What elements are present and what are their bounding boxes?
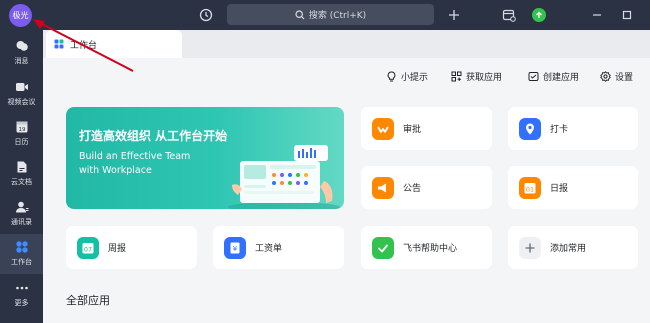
calendar-badge-icon[interactable] [500,6,518,24]
app-card-label: 添加常用 [550,244,587,254]
gear-icon [600,71,611,82]
apps-icon [451,71,462,82]
app-card-label: 打卡 [550,125,569,135]
search-input[interactable]: 搜索 (Ctrl+K) [227,4,434,25]
promo-banner[interactable]: 打造高效组织 从工作台开始 Build an Effective Team wi… [66,107,344,209]
minimize-icon[interactable] [588,6,606,24]
app-card-label: 公告 [403,184,422,194]
tab-workplace[interactable]: 工作台 [46,30,182,58]
sidebar-item-label: 云文档 [11,178,32,186]
app-card-announcement[interactable]: 公告 [361,166,492,209]
search-placeholder: 搜索 (Ctrl+K) [308,11,367,21]
get-apps-label: 获取应用 [466,73,503,83]
video-icon [15,83,28,91]
title-bar: 极光 搜索 (Ctrl+K) [0,0,650,30]
get-apps-link[interactable]: 获取应用 [451,70,502,83]
maximize-icon[interactable] [618,6,636,24]
lightbulb-icon [387,71,396,82]
daily-report-icon: 01 [519,176,541,199]
calendar-icon: 19 [16,121,27,133]
app-card-label: 工资单 [255,244,283,254]
weekly-report-icon: 07 [77,236,99,259]
more-icon [15,286,28,290]
app-card-checkin[interactable]: 打卡 [508,107,638,150]
sidebar-item-label: 工作台 [11,258,32,266]
app-card-label: 审批 [403,125,422,135]
sidebar-item-contacts[interactable]: 通讯录 [0,194,43,234]
create-app-link[interactable]: 创建应用 [528,70,579,83]
settings-label: 设置 [615,73,634,83]
svg-text:07: 07 [84,245,92,253]
app-card-approval[interactable]: 审批 [361,107,492,150]
message-icon [16,41,28,51]
create-app-label: 创建应用 [543,73,580,83]
check-badge-icon [372,236,394,259]
location-pin-icon [519,117,541,140]
update-icon[interactable] [532,8,546,22]
create-icon [528,72,539,81]
history-icon[interactable] [197,6,215,24]
app-card-weekly-report[interactable]: 07 周报 [66,226,197,269]
document-icon [17,161,26,173]
workplace-icon [54,39,64,49]
payslip-icon: ¥ [224,236,246,259]
sidebar-item-label: 消息 [14,57,29,65]
sidebar-item-more[interactable]: 更多 [0,275,43,315]
contacts-icon [15,201,28,213]
app-card-label: 日报 [550,184,569,194]
banner-subtitle-line2: with Workplace [79,165,152,176]
plus-icon [519,236,541,259]
sidebar-item-video-meeting[interactable]: 视频会议 [0,74,43,114]
all-apps-heading: 全部应用 [66,294,110,307]
app-card-label: 飞书帮助中心 [403,244,458,254]
svg-text:01: 01 [526,185,534,193]
banner-subtitle-line1: Build an Effective Team [79,151,191,162]
sidebar: 消息 视频会议 19 日历 云文档 通讯录 工作台 更多 [0,30,43,323]
settings-link[interactable]: 设置 [600,70,633,83]
sidebar-item-docs[interactable]: 云文档 [0,154,43,194]
approval-icon [372,117,394,140]
sidebar-item-label: 视频会议 [7,98,36,106]
sidebar-item-label: 更多 [14,299,29,307]
megaphone-icon [372,176,394,199]
app-card-daily-report[interactable]: 01 日报 [508,166,638,209]
svg-text:¥: ¥ [233,245,238,253]
sidebar-item-label: 通讯录 [11,218,32,226]
sidebar-item-calendar[interactable]: 19 日历 [0,114,43,154]
tab-label: 工作台 [70,40,98,51]
user-avatar[interactable]: 极光 [9,4,32,27]
add-favorite-button[interactable]: 添加常用 [508,226,638,269]
app-card-label: 周报 [108,244,127,254]
dashboard-illustration [228,145,340,209]
sidebar-item-label: 日历 [14,138,29,146]
sidebar-item-workplace[interactable]: 工作台 [0,234,43,274]
banner-title: 打造高效组织 从工作台开始 [79,129,228,143]
sidebar-item-messages[interactable]: 消息 [0,33,43,73]
app-card-payslip[interactable]: ¥ 工资单 [213,226,344,269]
tips-label: 小提示 [401,73,429,83]
plus-icon[interactable] [445,6,463,24]
app-card-help-center[interactable]: 飞书帮助中心 [361,226,492,269]
search-icon [295,9,305,19]
svg-text:19: 19 [18,127,25,133]
tips-link[interactable]: 小提示 [386,70,428,83]
workplace-icon [15,241,28,253]
